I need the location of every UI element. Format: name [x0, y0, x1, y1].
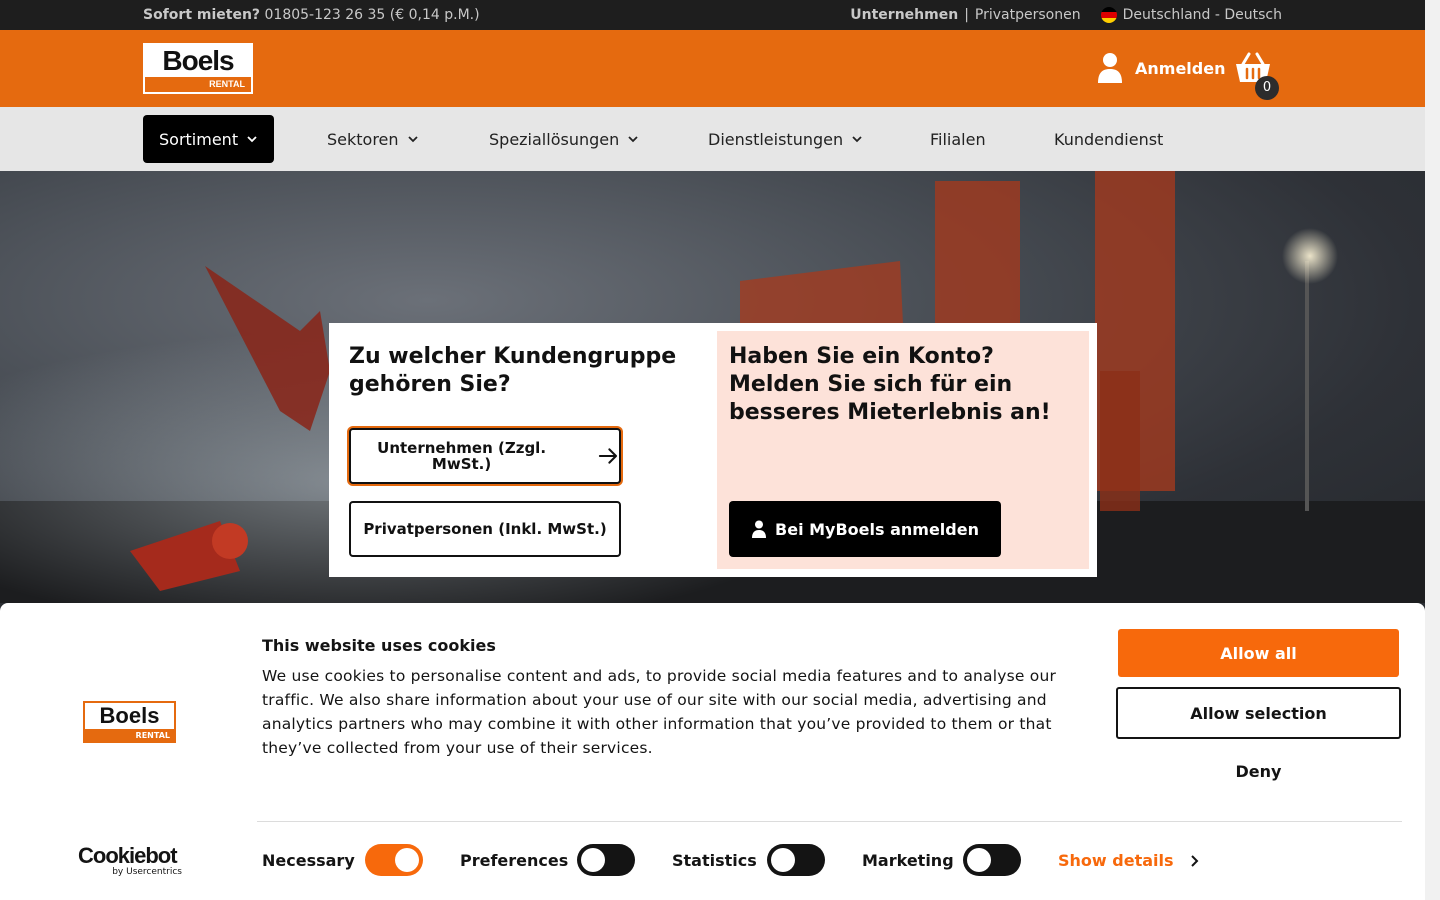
myboels-login-label: Bei MyBoels anmelden [775, 519, 979, 539]
marketing-toggle[interactable] [963, 844, 1021, 876]
nav-label: Speziallösungen [489, 129, 620, 149]
cookie-logo-main: Boels [83, 701, 176, 729]
logo-main-text: Boels [145, 45, 251, 77]
preferences-label: Preferences [460, 851, 569, 870]
main-nav: Sortiment Sektoren Speziallösungen Diens… [0, 107, 1425, 171]
login-link[interactable]: Anmelden [1097, 52, 1225, 84]
cookiebot-sub: by Usercentrics [112, 867, 182, 877]
cookiebot-name: Cookiebot [78, 843, 178, 868]
nav-item-speziallosungen[interactable]: Speziallösungen [489, 115, 639, 163]
show-details-label: Show details [1058, 851, 1174, 870]
site-header: Boels RENTAL Anmelden 0 [0, 30, 1425, 107]
deny-button[interactable]: Deny [1118, 751, 1399, 791]
logo-sub-text: RENTAL [145, 77, 251, 92]
phone-number[interactable]: 01805-123 26 35 (€ 0,14 p.M.) [265, 7, 480, 23]
allow-selection-button[interactable]: Allow selection [1116, 687, 1401, 739]
private-option-label: Privatpersonen (Inkl. MwSt.) [363, 520, 607, 538]
nav-item-kundendienst[interactable]: Kundendienst [1054, 115, 1163, 163]
rent-label: Sofort mieten? [143, 7, 261, 23]
customer-group-modal: Zu welcher Kundengruppe gehören Sie? Unt… [329, 323, 1097, 577]
nav-label: Dienstleistungen [708, 129, 844, 149]
arrow-right-icon [599, 448, 618, 464]
boels-logo[interactable]: Boels RENTAL [143, 43, 253, 94]
account-panel: Haben Sie ein Konto? Melden Sie sich für… [717, 331, 1089, 569]
cookie-banner: Boels RENTAL This website uses cookies W… [0, 603, 1425, 900]
nav-item-dienstleistungen[interactable]: Dienstleistungen [708, 115, 863, 163]
cookie-banner-logo: Boels RENTAL [83, 701, 176, 745]
user-icon [1098, 53, 1122, 83]
nav-label: Kundendienst [1054, 129, 1164, 149]
business-option-button[interactable]: Unternehmen (Zzgl. MwSt.) [349, 428, 621, 484]
separator: | [964, 7, 969, 23]
chevron-down-icon [628, 136, 638, 143]
chevron-down-icon [407, 136, 418, 143]
nav-item-filialen[interactable]: Filialen [930, 115, 986, 163]
cookie-description: We use cookies to personalise content an… [262, 667, 1057, 757]
myboels-login-button[interactable]: Bei MyBoels anmelden [729, 501, 1001, 557]
cookie-title: This website uses cookies [262, 636, 496, 655]
business-option-label: Unternehmen (Zzgl. MwSt.) [377, 439, 547, 473]
nav-label: Filialen [930, 129, 986, 149]
account-title: Haben Sie ein Konto? Melden Sie sich für… [729, 344, 1051, 425]
cookiebot-logo[interactable]: Cookiebot by Usercentrics [78, 843, 182, 878]
toggle-knob [581, 848, 605, 872]
toggle-knob [771, 848, 795, 872]
top-bar: Sofort mieten? 01805-123 26 35 (€ 0,14 p… [0, 0, 1425, 30]
chevron-down-icon [852, 136, 862, 143]
necessary-label: Necessary [262, 851, 355, 870]
allow-all-button[interactable]: Allow all [1118, 629, 1399, 677]
statistics-toggle[interactable] [767, 844, 825, 876]
toggle-knob [395, 848, 419, 872]
preferences-toggle[interactable] [577, 844, 635, 876]
login-label: Anmelden [1135, 58, 1226, 78]
show-details-link[interactable]: Show details [1058, 851, 1200, 870]
user-icon [752, 520, 767, 538]
statistics-label: Statistics [672, 851, 757, 870]
chevron-down-icon [247, 136, 257, 143]
nav-item-sektoren[interactable]: Sektoren [327, 115, 419, 163]
private-link[interactable]: Privatpersonen [975, 7, 1081, 23]
rent-info: Sofort mieten? 01805-123 26 35 (€ 0,14 p… [143, 7, 480, 23]
nav-item-sortiment[interactable]: Sortiment [143, 115, 275, 163]
page-scrollbar[interactable] [1425, 0, 1440, 900]
nav-label: Sektoren [327, 129, 399, 149]
german-flag-icon [1100, 7, 1117, 23]
business-link[interactable]: Unternehmen [850, 7, 958, 23]
cart-count-badge: 0 [1255, 76, 1279, 100]
nav-label: Sortiment [159, 129, 239, 149]
necessary-toggle[interactable] [365, 844, 423, 876]
toggle-knob [967, 848, 991, 872]
divider [257, 821, 1402, 822]
private-option-button[interactable]: Privatpersonen (Inkl. MwSt.) [349, 501, 621, 557]
modal-question: Zu welcher Kundengruppe gehören Sie? [349, 344, 677, 397]
cookie-logo-sub: RENTAL [83, 729, 176, 743]
locale-selector[interactable]: Deutschland - Deutsch [1123, 7, 1282, 23]
marketing-label: Marketing [862, 851, 954, 870]
customer-switch: Unternehmen | Privatpersonen Deutschland… [850, 7, 1282, 23]
chevron-right-icon [1190, 854, 1198, 867]
